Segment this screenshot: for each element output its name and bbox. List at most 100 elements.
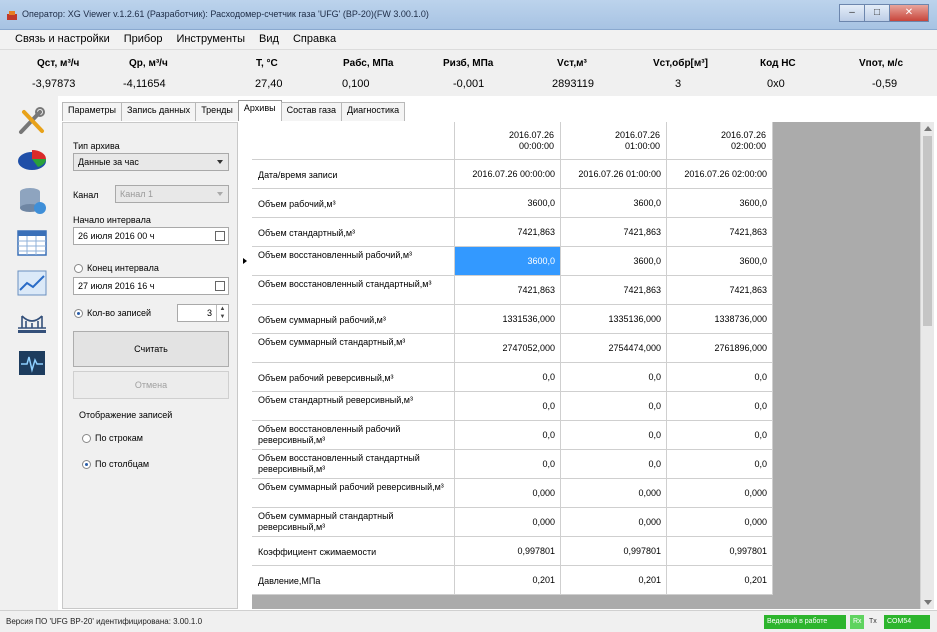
data-cell[interactable]: 0,0: [667, 421, 773, 450]
row-label-cell: Объем суммарный стандартный,м³: [252, 334, 455, 363]
data-cell[interactable]: 1331536,000: [455, 305, 561, 334]
data-cell[interactable]: 7421,863: [561, 218, 667, 247]
data-cell[interactable]: 0,000: [561, 479, 667, 508]
data-cell[interactable]: 0,201: [455, 566, 561, 595]
settings-tools-icon[interactable]: [16, 106, 48, 136]
interval-end-radio[interactable]: [74, 264, 83, 273]
pie-chart-icon[interactable]: [16, 144, 48, 174]
archive-type-select[interactable]: Данные за час: [73, 153, 229, 171]
data-cell[interactable]: 3600,0: [455, 247, 561, 276]
window-controls: – □ ✕: [839, 4, 929, 24]
data-cell[interactable]: 0,000: [561, 508, 667, 537]
scroll-down-icon[interactable]: [924, 600, 932, 605]
data-cell[interactable]: 2016.07.26 00:00:00: [455, 160, 561, 189]
tab-trends[interactable]: Тренды: [195, 102, 239, 121]
data-cell[interactable]: 0,201: [561, 566, 667, 595]
measurement-vflow: Vпот, м/с -0,59: [830, 50, 930, 96]
oscilloscope-icon[interactable]: [16, 348, 48, 378]
data-cell[interactable]: 3600,0: [667, 247, 773, 276]
channel-select[interactable]: Канал 1: [115, 185, 229, 203]
by-rows-radio[interactable]: [82, 434, 91, 443]
interval-start-picker[interactable]: 26 июля 2016 00 ч: [73, 227, 229, 245]
maximize-button[interactable]: □: [864, 4, 890, 22]
data-cell[interactable]: 0,0: [667, 392, 773, 421]
data-cell[interactable]: 3600,0: [455, 189, 561, 218]
data-cell[interactable]: 2761896,000: [667, 334, 773, 363]
record-count-value: 3: [206, 308, 212, 318]
menu-view[interactable]: Вид: [252, 30, 286, 49]
data-cell[interactable]: 0,000: [667, 479, 773, 508]
data-cell[interactable]: 3600,0: [561, 247, 667, 276]
data-cell[interactable]: 1335136,000: [561, 305, 667, 334]
column-header[interactable]: 2016.07.26 02:00:00: [667, 122, 773, 160]
data-cell[interactable]: 2754474,000: [561, 334, 667, 363]
data-cell[interactable]: 7421,863: [667, 276, 773, 305]
interval-end-picker[interactable]: 27 июля 2016 16 ч: [73, 277, 229, 295]
scroll-up-icon[interactable]: [924, 126, 932, 131]
record-count-radio[interactable]: [74, 309, 83, 318]
data-cell[interactable]: 7421,863: [455, 218, 561, 247]
database-icon[interactable]: [16, 186, 48, 216]
data-cell[interactable]: 0,0: [455, 421, 561, 450]
close-button[interactable]: ✕: [889, 4, 929, 22]
scroll-thumb[interactable]: [923, 136, 932, 326]
data-cell[interactable]: 1338736,000: [667, 305, 773, 334]
vertical-scrollbar[interactable]: [920, 122, 934, 609]
menu-help[interactable]: Справка: [286, 30, 343, 49]
minimize-button[interactable]: –: [839, 4, 865, 22]
data-cell[interactable]: 0,997801: [455, 537, 561, 566]
read-button[interactable]: Считать: [73, 331, 229, 367]
data-cell[interactable]: 0,000: [455, 479, 561, 508]
record-count-stepper[interactable]: 3 ▲ ▼: [177, 304, 229, 322]
data-cell[interactable]: 7421,863: [455, 276, 561, 305]
data-cell[interactable]: 3600,0: [667, 189, 773, 218]
data-cell[interactable]: 3600,0: [561, 189, 667, 218]
calendar-icon[interactable]: [215, 281, 225, 291]
column-header[interactable]: 2016.07.26 01:00:00: [561, 122, 667, 160]
data-cell[interactable]: 7421,863: [561, 276, 667, 305]
tab-archives[interactable]: Архивы: [237, 100, 282, 121]
tab-gas-composition[interactable]: Состав газа: [280, 102, 343, 121]
interval-start-label: Начало интервала: [73, 215, 151, 225]
menu-tools[interactable]: Инструменты: [169, 30, 252, 49]
data-cell[interactable]: 0,0: [561, 392, 667, 421]
menu-connection-settings[interactable]: Связь и настройки: [8, 30, 117, 49]
data-cell[interactable]: 0,997801: [667, 537, 773, 566]
data-cell[interactable]: 0,0: [455, 363, 561, 392]
corner-header-cell: [252, 122, 455, 160]
trend-chart-icon[interactable]: [16, 268, 48, 298]
measurement-value: 0,100: [342, 78, 370, 90]
data-cell[interactable]: 0,0: [561, 363, 667, 392]
by-columns-radio[interactable]: [82, 460, 91, 469]
data-cell[interactable]: 0,201: [667, 566, 773, 595]
data-cell[interactable]: 0,0: [561, 450, 667, 479]
data-cell[interactable]: 2747052,000: [455, 334, 561, 363]
data-cell[interactable]: 0,997801: [561, 537, 667, 566]
tab-parameters[interactable]: Параметры: [62, 102, 122, 121]
measurement-pizb: Pизб, МПа -0,001: [420, 50, 520, 96]
column-header[interactable]: 2016.07.26 00:00:00: [455, 122, 561, 160]
data-cell[interactable]: 7421,863: [667, 218, 773, 247]
tab-data-recording[interactable]: Запись данных: [120, 102, 197, 121]
interval-end-label: Конец интервала: [87, 263, 159, 273]
bridge-icon[interactable]: [16, 308, 48, 338]
archive-type-label: Тип архива: [73, 141, 120, 151]
data-cell[interactable]: 0,0: [667, 363, 773, 392]
data-cell[interactable]: 0,0: [455, 392, 561, 421]
measurement-value: 0x0: [767, 78, 785, 90]
menu-bar: Связь и настройки Прибор Инструменты Вид…: [0, 30, 937, 50]
data-cell[interactable]: 0,0: [455, 450, 561, 479]
data-cell[interactable]: 0,000: [455, 508, 561, 537]
calendar-icon[interactable]: [215, 231, 225, 241]
data-cell[interactable]: 0,000: [667, 508, 773, 537]
menu-device[interactable]: Прибор: [117, 30, 170, 49]
tab-diagnostics[interactable]: Диагностика: [341, 102, 406, 121]
data-cell[interactable]: 0,0: [667, 450, 773, 479]
data-cell[interactable]: 2016.07.26 01:00:00: [561, 160, 667, 189]
data-cell[interactable]: 2016.07.26 02:00:00: [667, 160, 773, 189]
data-cell[interactable]: 0,0: [561, 421, 667, 450]
table-icon[interactable]: [16, 228, 48, 258]
cancel-button[interactable]: Отмена: [73, 371, 229, 399]
row-label-cell: Коэффициент сжимаемости: [252, 537, 455, 566]
stepper-arrows-icon[interactable]: ▲ ▼: [216, 305, 228, 321]
